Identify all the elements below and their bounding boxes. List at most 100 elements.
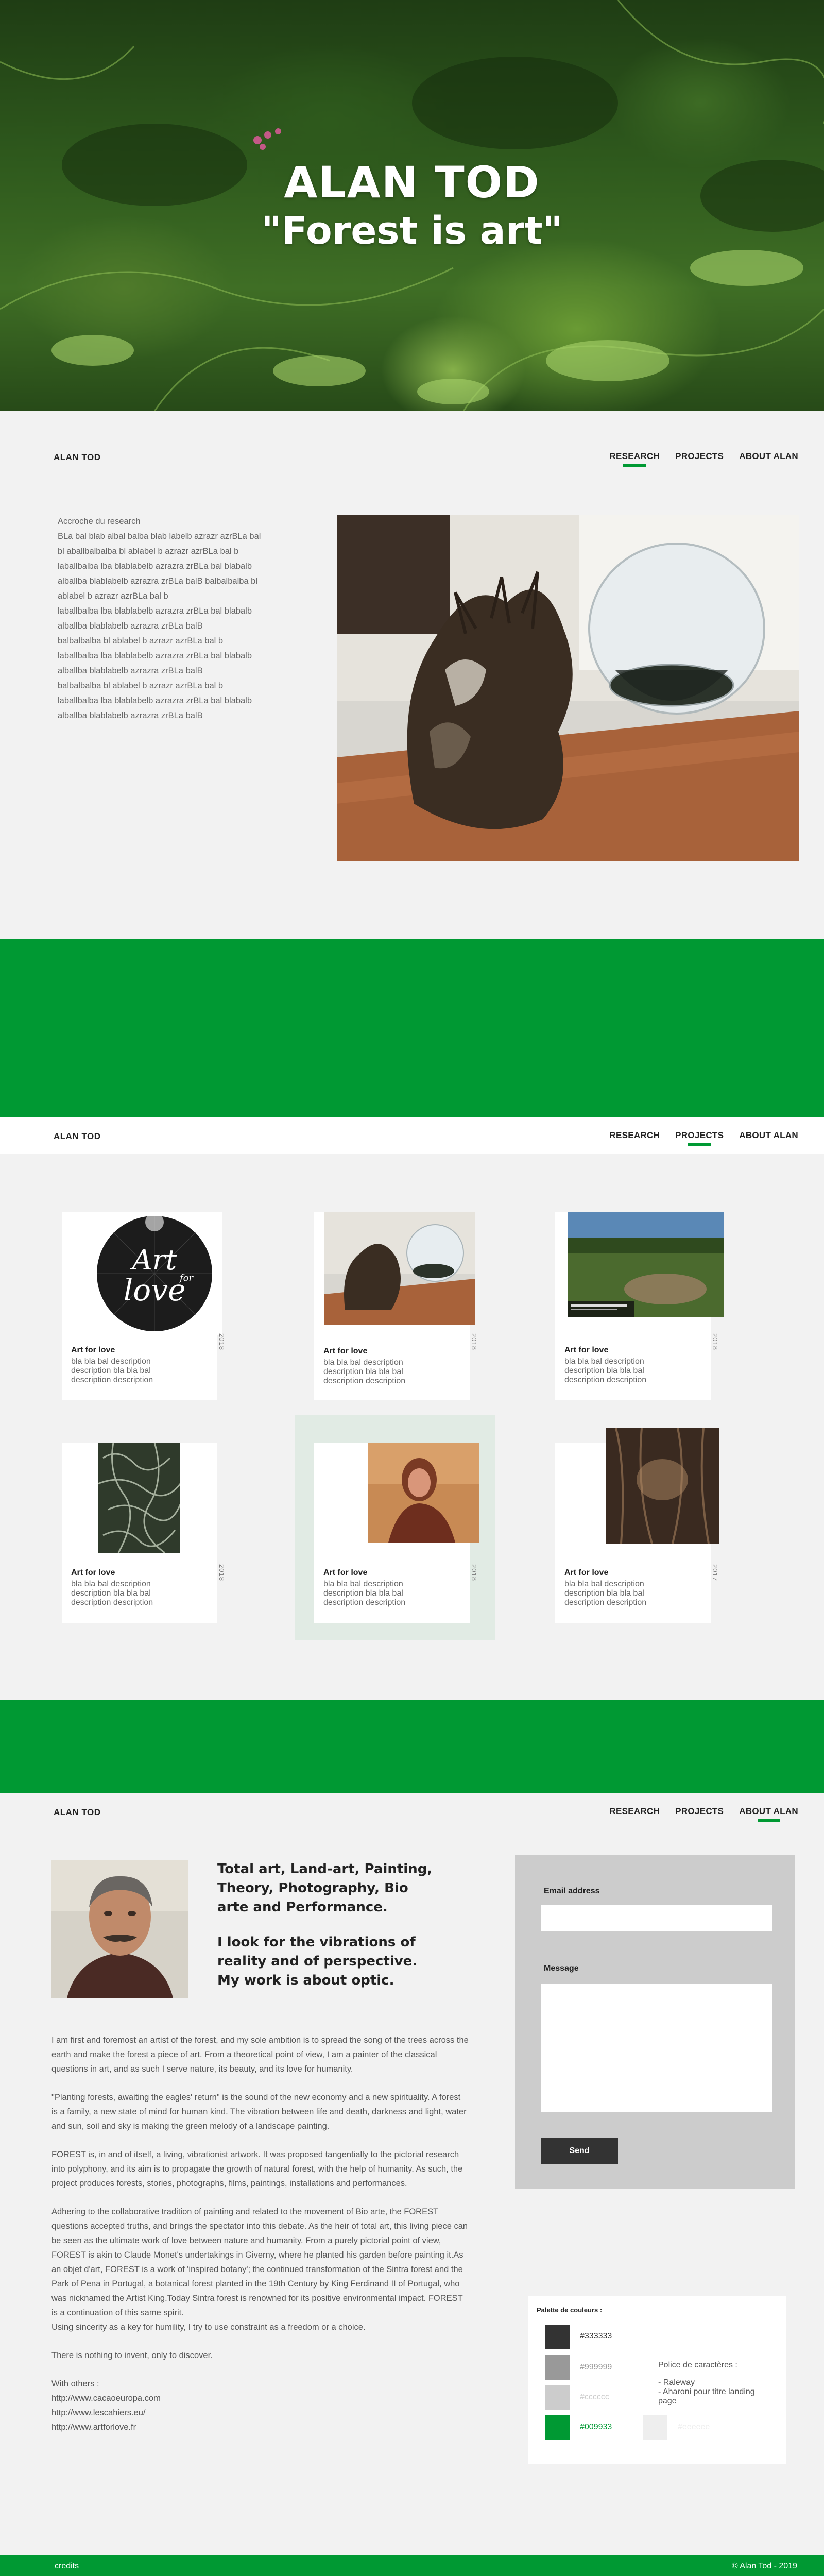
about-headline-1: Total art, Land-art, Painting, Theory, P… <box>217 1861 433 1915</box>
nav-link-about[interactable]: ABOUT ALAN <box>739 1130 798 1144</box>
about-body: I am first and foremost an artist of the… <box>52 2033 469 2434</box>
nav-link-projects[interactable]: PROJECTS <box>675 451 724 465</box>
about-paragraph: FOREST is, in and of itself, a living, v… <box>52 2150 463 2188</box>
project-description: bla bla bal description description bla … <box>323 1580 406 1607</box>
message-field[interactable] <box>541 1984 772 2112</box>
email-field[interactable] <box>541 1905 772 1931</box>
project-thumbnail <box>98 1443 180 1553</box>
about-paragraph: Adhering to the collaborative tradition … <box>52 2207 468 2332</box>
about-paragraph: There is nothing to invent, only to disc… <box>52 2351 213 2360</box>
nav-link-research[interactable]: RESEARCH <box>609 451 660 465</box>
hero-subtitle: "Forest is art" <box>261 209 563 253</box>
section-divider-band <box>0 1700 824 1793</box>
research-line: laballbalba lba blablabelb azrazra zrBLa… <box>58 651 252 660</box>
nav-link-projects[interactable]: PROJECTS <box>675 1130 724 1144</box>
about-paragraph: "Planting forests, awaiting the eagles' … <box>52 2093 467 2131</box>
project-title: Art for love <box>323 1347 368 1355</box>
nav-links: RESEARCH PROJECTS ABOUT ALAN <box>609 1806 798 1820</box>
project-card[interactable]: Art for love bla bla bal description des… <box>555 1212 724 1400</box>
section-divider-band <box>0 939 824 1117</box>
project-title: Art for love <box>564 1568 609 1577</box>
nav-link-research[interactable]: RESEARCH <box>609 1806 660 1820</box>
research-line: alballba blablabelb azrazra zrBLa balB <box>58 621 203 631</box>
project-description: bla bla bal description description bla … <box>71 1357 153 1384</box>
research-line: laballbalba lba blablabelb azrazra zrBLa… <box>58 562 252 571</box>
project-title: Art for love <box>71 1346 115 1354</box>
project-description: bla bla bal description description bla … <box>564 1580 647 1607</box>
external-link[interactable]: http://www.lescahiers.eu/ <box>52 2405 469 2420</box>
project-card[interactable]: Art for love bla bla bal description des… <box>314 1443 479 1623</box>
project-thumbnail: Art love for <box>89 1212 222 1335</box>
contact-form: Email address Message Send <box>515 1855 795 2189</box>
color-label: #999999 <box>580 2363 612 2371</box>
project-thumbnail <box>568 1212 724 1317</box>
project-year: 2018 <box>218 1564 226 1581</box>
nav-link-projects[interactable]: PROJECTS <box>675 1806 724 1820</box>
external-link[interactable]: http://www.artforlove.fr <box>52 2420 469 2434</box>
nav-link-about[interactable]: ABOUT ALAN <box>739 1806 798 1820</box>
style-guide-palette: Palette de couleurs : #333333 #999999 #c… <box>528 2296 786 2464</box>
project-card[interactable]: Art for love bla bla bal description des… <box>62 1443 226 1623</box>
project-description: bla bla bal description description bla … <box>564 1357 647 1384</box>
research-text: Accroche du research BLa bal blab albal … <box>58 514 300 723</box>
about-paragraph: I am first and foremost an artist of the… <box>52 2036 469 2074</box>
svg-text:love: love <box>124 1273 186 1308</box>
color-swatch <box>545 2415 570 2440</box>
external-links: With others : http://www.cacaoeuropa.com… <box>52 2377 469 2434</box>
project-title: Art for love <box>71 1568 115 1577</box>
nav-link-about[interactable]: ABOUT ALAN <box>739 451 798 465</box>
research-line: bl aballbalbalba bl ablabel b azrazr azr… <box>58 547 239 556</box>
research-line: laballbalba lba blablabelb azrazra zrBLa… <box>58 606 252 616</box>
navbar-projects: ALAN TOD RESEARCH PROJECTS ABOUT ALAN <box>0 1117 824 1154</box>
send-button[interactable]: Send <box>541 2138 618 2164</box>
credits-link[interactable]: credits <box>55 2562 79 2571</box>
project-card[interactable]: Art for love bla bla bal description des… <box>555 1428 719 1623</box>
font-info: Police de caractères : - Raleway - Aharo… <box>658 2361 761 2406</box>
research-line: balbalbalba bl ablabel b azrazr azrBLa b… <box>58 636 224 646</box>
color-swatch <box>545 2355 570 2380</box>
project-year: 2018 <box>470 1333 478 1350</box>
font-line: - Raleway <box>658 2378 695 2387</box>
artist-portrait <box>52 1860 188 1998</box>
hero-banner: ALAN TOD "Forest is art" <box>0 0 824 411</box>
color-label: #eeeeee <box>678 2422 710 2431</box>
project-thumbnail <box>324 1212 475 1325</box>
color-swatch <box>545 2385 570 2410</box>
nav-link-research[interactable]: RESEARCH <box>609 1130 660 1144</box>
research-line: Accroche du research <box>58 517 141 526</box>
project-thumbnail <box>368 1443 479 1543</box>
project-year: 2017 <box>711 1564 719 1581</box>
research-line: alballba blablabelb azrazra zrBLa balB <box>58 666 203 675</box>
project-year: 2018 <box>470 1564 478 1581</box>
project-year: 2018 <box>711 1333 719 1350</box>
color-label: #333333 <box>580 2332 612 2341</box>
email-label: Email address <box>544 1887 600 1895</box>
about-headline-2: I look for the vibrations of reality and… <box>217 1935 418 1988</box>
project-title: Art for love <box>564 1346 609 1354</box>
message-label: Message <box>544 1964 579 1973</box>
footer: credits © Alan Tod - 2019 <box>0 2555 824 2576</box>
color-swatch <box>545 2325 570 2349</box>
color-label: #009933 <box>580 2422 612 2431</box>
nav-links: RESEARCH PROJECTS ABOUT ALAN <box>609 1130 798 1144</box>
font-title: Police de caractères : <box>658 2361 737 2369</box>
research-line: alballba blablabelb azrazra zrBLa balB <box>58 711 203 720</box>
research-line: laballbalba lba blablabelb azrazra zrBLa… <box>58 696 252 705</box>
navbar-about: ALAN TOD RESEARCH PROJECTS ABOUT ALAN <box>0 1793 824 1830</box>
brand-logo[interactable]: ALAN TOD <box>54 1807 101 1818</box>
art-for-love-logo-text: Art <box>130 1244 177 1276</box>
research-image <box>337 515 799 861</box>
research-line: BLa bal blab albal balba blab labelb azr… <box>58 532 261 541</box>
brand-logo[interactable]: ALAN TOD <box>54 1131 101 1142</box>
navbar-research: ALAN TOD RESEARCH PROJECTS ABOUT ALAN <box>0 438 824 475</box>
svg-text:for: for <box>179 1273 194 1283</box>
project-year: 2018 <box>218 1333 226 1350</box>
project-card[interactable]: Art love for Art for love bla bla bal de… <box>62 1212 226 1400</box>
nav-links: RESEARCH PROJECTS ABOUT ALAN <box>609 451 798 465</box>
font-line: - Aharoni pour titre landing page <box>658 2387 755 2405</box>
project-card[interactable]: Art for love bla bla bal description des… <box>314 1212 478 1400</box>
research-line: alballba blablabelb azrazra zrBLa balB b… <box>58 577 258 586</box>
color-swatch <box>643 2415 667 2440</box>
external-link[interactable]: http://www.cacaoeuropa.com <box>52 2391 469 2405</box>
brand-logo[interactable]: ALAN TOD <box>54 452 101 463</box>
